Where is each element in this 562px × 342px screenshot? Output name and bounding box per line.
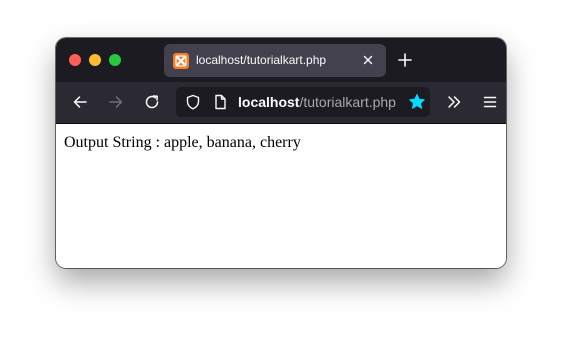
new-tab-icon[interactable] [398, 53, 412, 67]
url-host: localhost [238, 94, 300, 110]
forward-arrow-icon[interactable] [108, 94, 124, 110]
url-bar[interactable]: localhost/tutorialkart.php [176, 87, 430, 117]
back-arrow-icon[interactable] [72, 94, 88, 110]
window-close-button[interactable] [69, 54, 81, 66]
xampp-favicon-icon [173, 53, 189, 69]
page-icon[interactable] [212, 94, 228, 110]
hamburger-menu-icon[interactable] [482, 94, 498, 110]
browser-window: localhost/tutorialkart.php localhost/tut… [56, 38, 506, 268]
url-text[interactable]: localhost/tutorialkart.php [238, 94, 396, 111]
tab-active[interactable]: localhost/tutorialkart.php [164, 44, 386, 77]
overflow-chevrons-icon[interactable] [446, 94, 462, 110]
navigation-toolbar: localhost/tutorialkart.php [56, 82, 506, 124]
tab-title: localhost/tutorialkart.php [196, 53, 327, 67]
bookmark-star-icon[interactable] [408, 93, 426, 111]
window-maximize-button[interactable] [109, 54, 121, 66]
title-bar: localhost/tutorialkart.php [56, 38, 506, 82]
reload-icon[interactable] [144, 94, 160, 110]
page-content: Output String : apple, banana, cherry [56, 124, 506, 268]
shield-icon[interactable] [185, 94, 201, 110]
window-minimize-button[interactable] [89, 54, 101, 66]
url-path: /tutorialkart.php [299, 94, 396, 110]
close-tab-icon[interactable] [361, 53, 375, 67]
output-string-text: Output String : apple, banana, cherry [64, 134, 301, 151]
